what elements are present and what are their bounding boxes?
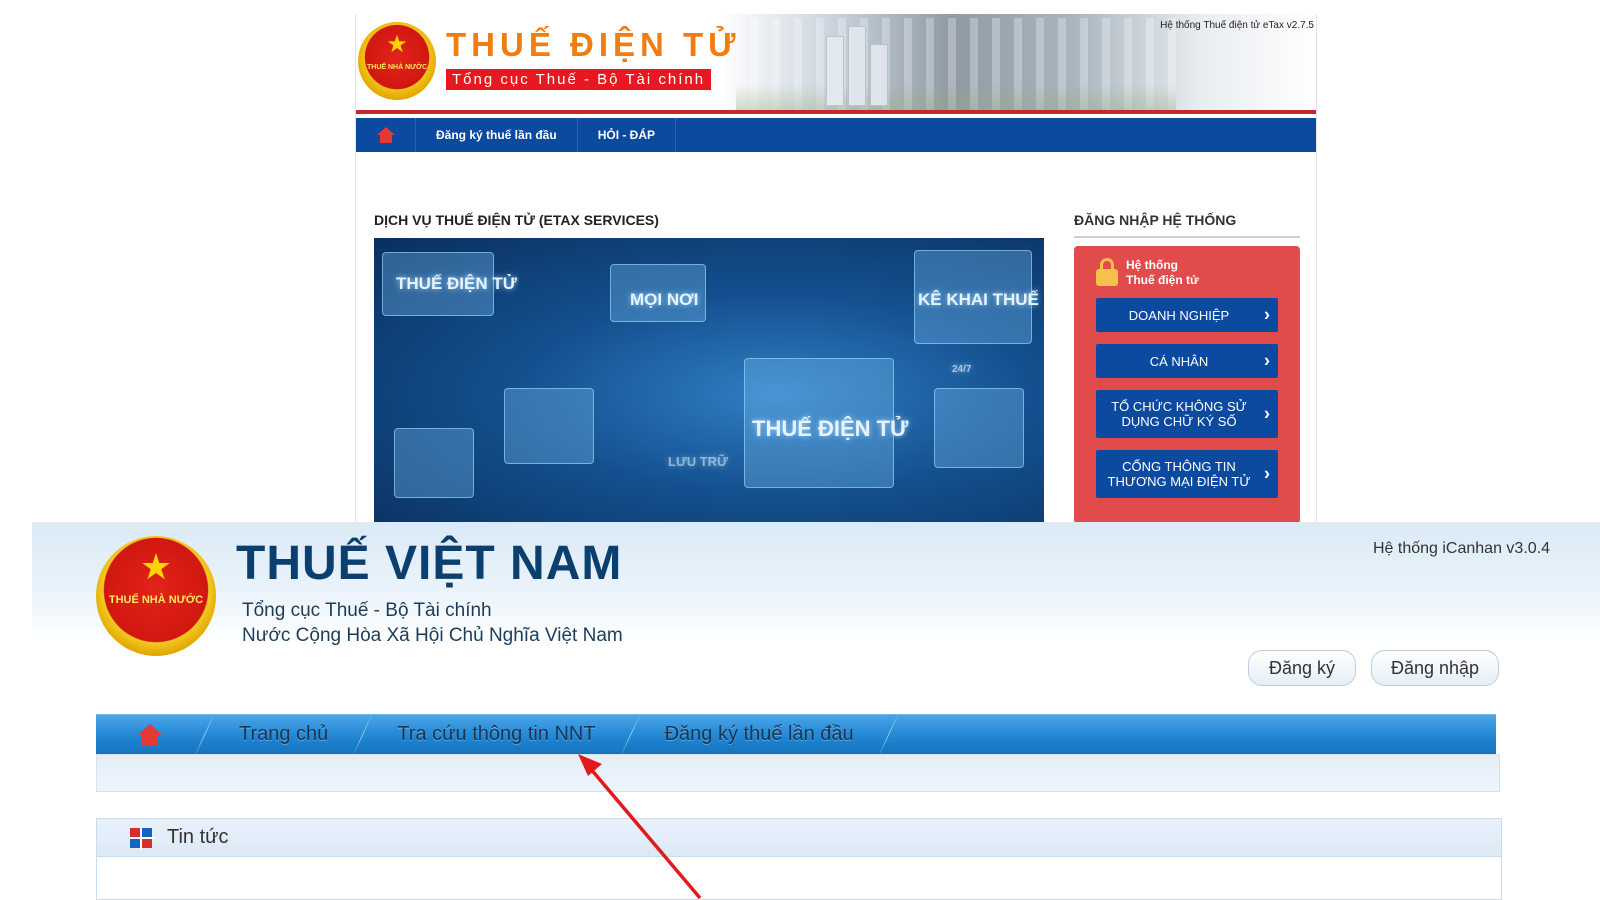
hero-tile xyxy=(394,428,474,498)
banner-building xyxy=(826,36,844,106)
banner-divider xyxy=(356,110,1316,114)
login-business-button[interactable]: DOANH NGHIỆP › xyxy=(1096,298,1278,332)
icanhan-subtitle-ministry: Tổng cục Thuế - Bộ Tài chính xyxy=(242,600,492,621)
nav-home-page[interactable]: Trang chủ xyxy=(205,715,362,755)
login-individual-label: CÁ NHÂN xyxy=(1149,353,1209,369)
hero-tile xyxy=(934,388,1024,468)
banner-building xyxy=(848,26,866,106)
login-system-label-text: Hệ thống Thuế điện tử xyxy=(1126,258,1199,287)
login-panel: Hệ thống Thuế điện tử DOANH NGHIỆP › CÁ … xyxy=(1074,246,1300,524)
emblem-text: THUẾ NHÀ NƯỚC xyxy=(367,64,427,71)
icanhan-screenshot: ★ THUẾ NHÀ NƯỚC THUẾ VIỆT NAM Tổng cục T… xyxy=(32,522,1600,900)
icanhan-subtitle-country: Nước Cộng Hòa Xã Hội Chủ Nghĩa Việt Nam xyxy=(242,625,623,646)
emblem-star-icon: ★ xyxy=(139,546,173,587)
nav-first-registration[interactable]: Đăng ký thuế lần đầu xyxy=(631,715,888,755)
services-title: DỊCH VỤ THUẾ ĐIỆN TỬ (ETAX SERVICES) xyxy=(374,212,659,228)
etax-nav-bar: Đăng ký thuế lần đầu HỎI - ĐÁP xyxy=(356,118,1316,152)
hero-text: LƯU TRỮ xyxy=(668,454,728,469)
news-icon xyxy=(129,825,155,850)
login-system-label: Hệ thống Thuế điện tử xyxy=(1126,258,1199,288)
emblem-star-icon: ★ xyxy=(386,31,408,58)
etax-nav-first-registration[interactable]: Đăng ký thuế lần đầu xyxy=(416,118,578,152)
news-title: Tin tức xyxy=(167,826,229,848)
banner-city-image xyxy=(736,18,1176,112)
lock-icon xyxy=(1096,258,1118,286)
chevron-right-icon: › xyxy=(1264,304,1270,325)
hero-tile xyxy=(504,388,594,464)
icanhan-subnav-bar xyxy=(96,754,1500,792)
news-panel: Tin tức xyxy=(96,818,1502,900)
etax-brand-title: THUẾ ĐIỆN TỬ xyxy=(446,26,741,63)
etax-hero-image: THUẾ ĐIỆN TỬ MỌI NƠI KÊ KHAI THUẾ THUẾ Đ… xyxy=(374,238,1044,522)
home-icon xyxy=(138,723,162,746)
news-header: Tin tức xyxy=(97,819,1501,857)
login-individual-button[interactable]: CÁ NHÂN › xyxy=(1096,344,1278,378)
icanhan-nav-home[interactable] xyxy=(96,715,204,755)
etax-version: Hệ thống Thuế điện tử eTax v2.7.5 xyxy=(1160,20,1314,31)
hero-text: KÊ KHAI THUẾ xyxy=(918,290,1039,309)
login-business-label: DOANH NGHIỆP xyxy=(1128,307,1230,323)
hero-text: 24/7 xyxy=(952,364,972,375)
chevron-right-icon: › xyxy=(1264,403,1270,424)
icanhan-emblem-icon: ★ THUẾ NHÀ NƯỚC xyxy=(96,536,216,656)
hero-text: THUẾ ĐIỆN TỬ xyxy=(396,274,517,293)
icanhan-title: THUẾ VIỆT NAM xyxy=(236,537,623,590)
login-ecommerce-button[interactable]: CỔNG THÔNG TIN THƯƠNG MẠI ĐIỆN TỬ › xyxy=(1096,450,1278,498)
login-ecommerce-label: CỔNG THÔNG TIN THƯƠNG MẠI ĐIỆN TỬ xyxy=(1107,459,1251,489)
icanhan-nav-bar: Trang chủ Tra cứu thông tin NNT Đăng ký … xyxy=(96,714,1496,755)
login-button[interactable]: Đăng nhập xyxy=(1371,650,1499,686)
etax-nav-faq[interactable]: HỎI - ĐÁP xyxy=(578,118,677,152)
hero-text: MỌI NƠI xyxy=(630,290,699,309)
etax-screenshot: ★ THUẾ NHÀ NƯỚC THUẾ ĐIỆN TỬ Tổng cục Th… xyxy=(355,14,1317,524)
nav-lookup-taxpayer-info[interactable]: Tra cứu thông tin NNT xyxy=(363,715,629,755)
etax-brand-subtitle: Tổng cục Thuế - Bộ Tài chính xyxy=(446,69,712,90)
chevron-right-icon: › xyxy=(1264,463,1270,484)
login-org-no-signature-button[interactable]: TỔ CHỨC KHÔNG SỬ DỤNG CHỮ KÝ SỐ › xyxy=(1096,390,1278,438)
login-divider xyxy=(1074,236,1300,238)
hero-text: THUẾ ĐIỆN TỬ xyxy=(752,416,909,441)
icanhan-version: Hệ thống iCanhan v3.0.4 xyxy=(1372,540,1550,557)
register-button[interactable]: Đăng ký xyxy=(1248,650,1356,686)
etax-emblem-icon: ★ THUẾ NHÀ NƯỚC xyxy=(358,22,436,100)
login-title: ĐĂNG NHẬP HỆ THỐNG xyxy=(1074,212,1237,228)
home-icon xyxy=(376,127,395,143)
login-org-no-signature-label: TỔ CHỨC KHÔNG SỬ DỤNG CHỮ KÝ SỐ xyxy=(1111,399,1247,429)
banner-building xyxy=(870,44,888,106)
chevron-right-icon: › xyxy=(1264,350,1270,371)
emblem-text: THUẾ NHÀ NƯỚC xyxy=(108,594,204,606)
etax-nav-home[interactable] xyxy=(356,118,416,152)
